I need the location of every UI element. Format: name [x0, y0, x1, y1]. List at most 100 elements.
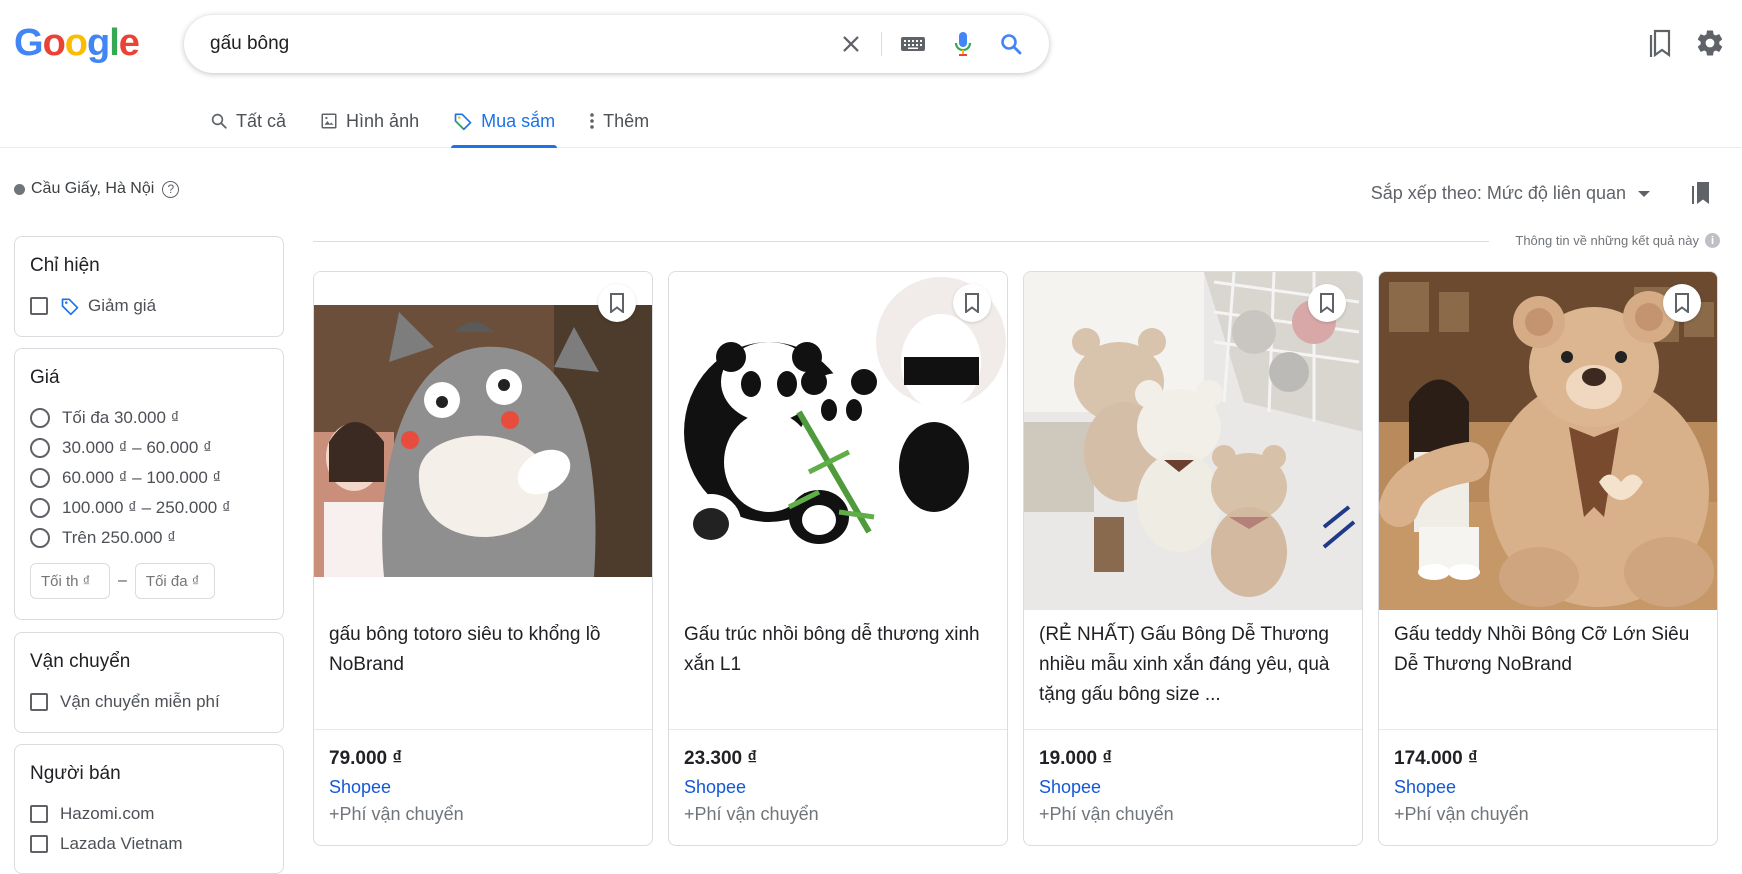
sort-label: Sắp xếp theo: Mức độ liên quan — [1370, 183, 1626, 203]
price-option-label: 100.000 ₫ – 250.000 ₫ — [62, 498, 231, 517]
more-vert-icon — [589, 112, 595, 130]
radio-button[interactable] — [30, 408, 50, 428]
filter-option-discount[interactable]: Giảm giá — [30, 291, 268, 321]
location-indicator[interactable]: Cầu Giấy, Hà Nội ? — [14, 180, 180, 198]
filter-option-label: Vận chuyển miễn phí — [60, 692, 220, 711]
max-price-input[interactable] — [134, 563, 215, 599]
results-info-link[interactable]: Thông tin về những kết quả này i — [1515, 233, 1720, 248]
price-option-label: 30.000 ₫ – 60.000 ₫ — [62, 438, 212, 457]
checkbox[interactable] — [30, 297, 48, 315]
clear-icon[interactable] — [835, 28, 867, 60]
results-divider — [313, 241, 1489, 242]
info-icon: i — [1705, 233, 1720, 248]
shipping-text: +Phí vận chuyển — [1394, 804, 1529, 824]
price-option[interactable]: Trên 250.000 ₫ — [30, 523, 268, 553]
tab-shopping[interactable]: Mua sắm — [451, 100, 558, 148]
price-option[interactable]: 30.000 ₫ – 60.000 ₫ — [30, 433, 268, 463]
filter-title: Người bán — [30, 763, 121, 784]
product-image[interactable] — [314, 272, 652, 610]
filter-price: Giá Tối đa 30.000 ₫ 30.000 ₫ – 60.000 ₫ … — [14, 348, 284, 620]
price-option[interactable]: 60.000 ₫ – 100.000 ₫ — [30, 463, 268, 493]
radio-button[interactable] — [30, 528, 50, 548]
tab-label: Mua sắm — [481, 110, 556, 131]
min-price-input[interactable] — [30, 563, 110, 599]
saved-bookmarks-icon[interactable] — [1643, 26, 1677, 60]
filter-option-label: Giảm giá — [88, 296, 157, 315]
filter-shipping: Vận chuyển Vận chuyển miễn phí — [14, 632, 284, 733]
product-card[interactable]: (RẺ NHẤT) Gấu Bông Dễ Thương nhiều mẫu x… — [1023, 271, 1363, 846]
bookmark-icon[interactable] — [1663, 284, 1701, 322]
store-link[interactable]: Shopee — [1394, 777, 1456, 798]
microphone-icon[interactable] — [947, 28, 979, 60]
product-card[interactable]: Gấu trúc nhồi bông dễ thương xinh xắn L1… — [668, 271, 1008, 846]
card-divider — [314, 729, 652, 730]
filter-option-label: Lazada Vietnam — [60, 834, 183, 853]
product-card[interactable]: Gấu teddy Nhồi Bông Cỡ Lớn Siêu Dễ Thươn… — [1378, 271, 1718, 846]
search-divider — [881, 32, 882, 56]
bookmark-icon[interactable] — [953, 284, 991, 322]
filter-option-free-shipping[interactable]: Vận chuyển miễn phí — [30, 687, 268, 717]
header: Google Tất cả Hình ảnh — [0, 0, 1742, 148]
store-link[interactable]: Shopee — [1039, 777, 1101, 798]
card-divider — [1024, 729, 1362, 730]
filter-sellers: Người bán Hazomi.com Lazada Vietnam — [14, 744, 284, 874]
card-divider — [1379, 729, 1717, 730]
product-price: 79.000 ₫ — [329, 748, 403, 769]
search-icon — [210, 112, 228, 130]
product-image[interactable] — [1024, 272, 1362, 610]
location-text: Cầu Giấy, Hà Nội — [31, 180, 155, 197]
caret-down-icon — [1638, 190, 1650, 197]
filter-option-label: Hazomi.com — [60, 804, 155, 823]
store-link[interactable]: Shopee — [684, 777, 746, 798]
bookmark-icon[interactable] — [1308, 284, 1346, 322]
keyboard-icon[interactable] — [897, 28, 929, 60]
radio-button[interactable] — [30, 498, 50, 518]
tab-more[interactable]: Thêm — [587, 100, 651, 142]
filter-title: Chỉ hiện — [30, 255, 100, 276]
bookmark-list-icon[interactable] — [1690, 180, 1712, 211]
checkbox[interactable] — [30, 805, 48, 823]
search-box — [184, 15, 1049, 73]
checkbox[interactable] — [30, 693, 48, 711]
card-divider — [669, 729, 1007, 730]
filter-title: Giá — [30, 367, 60, 388]
price-option-label: 60.000 ₫ – 100.000 ₫ — [62, 468, 222, 487]
filter-title: Vận chuyển — [30, 651, 131, 672]
filter-option-seller[interactable]: Lazada Vietnam — [30, 829, 268, 859]
radio-button[interactable] — [30, 468, 50, 488]
sort-dropdown[interactable]: Sắp xếp theo: Mức độ liên quan — [1371, 183, 1650, 204]
price-option-label: Tối đa 30.000 ₫ — [62, 408, 180, 427]
location-dot-icon — [14, 183, 25, 195]
product-title[interactable]: gấu bông totoro siêu to khổng lồ NoBrand — [329, 620, 639, 680]
price-option[interactable]: Tối đa 30.000 ₫ — [30, 403, 268, 433]
product-title[interactable]: (RẺ NHẤT) Gấu Bông Dễ Thương nhiều mẫu x… — [1039, 620, 1349, 710]
radio-button[interactable] — [30, 438, 50, 458]
product-title[interactable]: Gấu teddy Nhồi Bông Cỡ Lớn Siêu Dễ Thươn… — [1394, 620, 1704, 680]
product-image[interactable] — [669, 272, 1007, 610]
checkbox[interactable] — [30, 835, 48, 853]
product-card[interactable]: gấu bông totoro siêu to khổng lồ NoBrand… — [313, 271, 653, 846]
product-price: 19.000 ₫ — [1039, 748, 1113, 769]
tab-label: Thêm — [603, 110, 650, 131]
filter-option-seller[interactable]: Hazomi.com — [30, 799, 268, 829]
google-logo[interactable]: Google — [14, 22, 140, 65]
product-price: 174.000 ₫ — [1394, 748, 1478, 769]
settings-gear-icon[interactable] — [1693, 26, 1727, 60]
search-tabs: Tất cả Hình ảnh Mua sắm Thêm — [208, 100, 681, 148]
shipping-text: +Phí vận chuyển — [684, 804, 819, 824]
store-link[interactable]: Shopee — [329, 777, 391, 798]
tab-label: Tất cả — [236, 110, 287, 131]
tab-all[interactable]: Tất cả — [208, 100, 288, 142]
search-icon[interactable] — [995, 28, 1027, 60]
help-icon[interactable]: ? — [162, 180, 180, 198]
bookmark-icon[interactable] — [598, 284, 636, 322]
price-option[interactable]: 100.000 ₫ – 250.000 ₫ — [30, 493, 268, 523]
search-input[interactable] — [210, 31, 770, 57]
shipping-text: +Phí vận chuyển — [329, 804, 464, 824]
product-title[interactable]: Gấu trúc nhồi bông dễ thương xinh xắn L1 — [684, 620, 994, 680]
product-image[interactable] — [1379, 272, 1717, 610]
tab-label: Hình ảnh — [346, 110, 420, 131]
filter-show-only: Chỉ hiện Giảm giá — [14, 236, 284, 337]
tab-images[interactable]: Hình ảnh — [318, 100, 421, 142]
tag-icon — [453, 111, 473, 131]
